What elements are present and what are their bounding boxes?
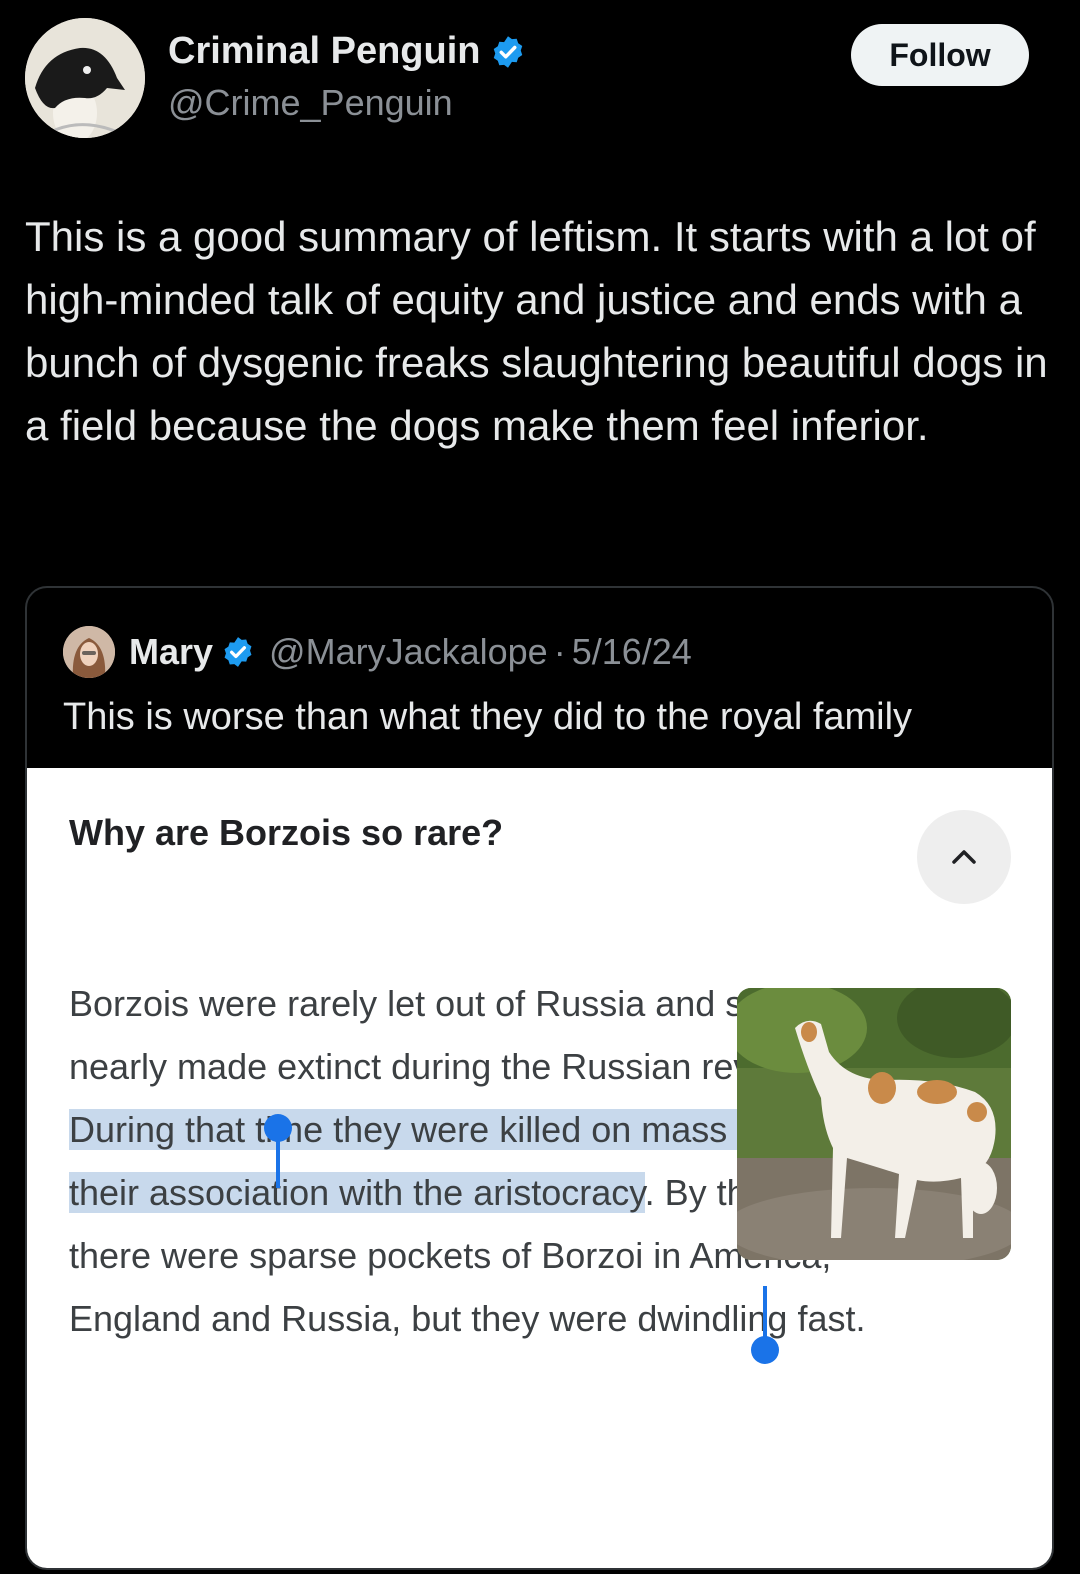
quoted-author-avatar[interactable] <box>63 626 115 678</box>
author-display-name[interactable]: Criminal Penguin <box>168 30 480 73</box>
chevron-up-icon <box>952 850 976 864</box>
verified-badge-icon <box>224 637 252 667</box>
author-name-row: Criminal Penguin <box>168 30 526 73</box>
tweet-text: This is a good summary of leftism. It st… <box>25 213 1048 449</box>
tweet-header: Criminal Penguin @Crime_Penguin Follow <box>0 0 1080 170</box>
penguin-avatar-image <box>25 18 145 138</box>
verified-badge-icon <box>494 35 523 68</box>
separator-dot: · <box>553 631 566 672</box>
selection-start-dot <box>264 1114 292 1142</box>
author-avatar[interactable] <box>25 18 145 138</box>
author-handle[interactable]: @Crime_Penguin <box>168 82 453 124</box>
quoted-tweet-header: Mary @MaryJackalope · 5/16/24 <box>63 626 692 678</box>
quoted-tweet-text: This is worse than what they did to the … <box>63 696 913 738</box>
quoted-date[interactable]: 5/16/24 <box>572 631 692 673</box>
borzoi-photo <box>737 988 1011 1260</box>
quoted-author-name[interactable]: Mary <box>129 631 213 673</box>
follow-button[interactable]: Follow <box>851 24 1029 86</box>
quoted-screenshot-image[interactable]: Why are Borzois so rare? Borzois were ra… <box>27 768 1052 1568</box>
quoted-author-handle[interactable]: @MaryJackalope <box>269 631 548 673</box>
collapse-button <box>917 810 1011 904</box>
borzoi-dog-image <box>737 988 1011 1260</box>
selection-end-dot <box>751 1336 779 1364</box>
question-heading: Why are Borzois so rare? <box>69 812 504 853</box>
quoted-tweet-card[interactable]: Mary @MaryJackalope · 5/16/24 This is wo… <box>25 586 1054 1570</box>
woman-avatar-image <box>63 626 115 678</box>
